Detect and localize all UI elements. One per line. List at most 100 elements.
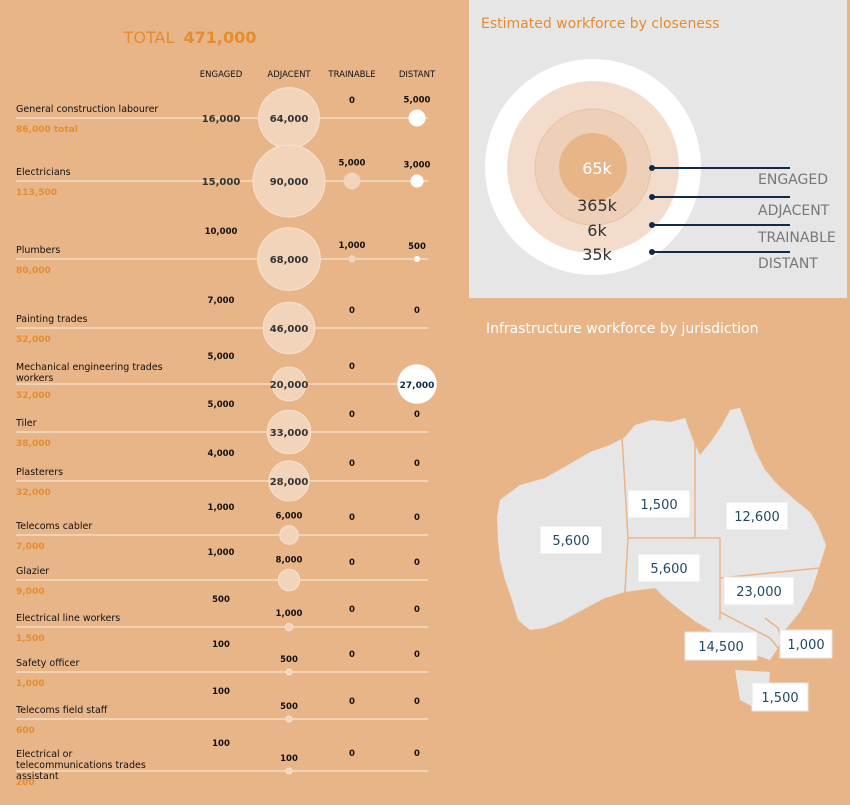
column-header-engaged: ENGAGED	[200, 70, 243, 80]
value-label-adjacent: 90,000	[270, 177, 309, 188]
closeness-leader-dot	[649, 194, 655, 200]
total-prefix: TOTAL	[123, 28, 175, 47]
value-label-trainable: 0	[349, 697, 355, 707]
value-label-adjacent: 64,000	[270, 114, 309, 125]
occupation-rows: General construction labourer 86,000 tota…	[15, 87, 437, 788]
value-label-engaged: 5,000	[208, 352, 235, 362]
bubble-adjacent	[277, 568, 301, 592]
value-label-engaged: 100	[212, 687, 230, 697]
value-label-engaged: 15,000	[202, 177, 241, 188]
value-label-distant: 0	[414, 410, 420, 420]
value-label-distant: 0	[414, 605, 420, 615]
closeness-series-name: ENGAGED	[758, 172, 828, 188]
bubble-adjacent	[285, 668, 293, 676]
occupation-name: Telecoms field staff	[15, 705, 108, 716]
occupation-name: Electrical or telecommunications trades as…	[16, 749, 146, 782]
map-label-value: 1,000	[787, 638, 824, 653]
value-label-trainable: 0	[349, 605, 355, 615]
table-row: Painting trades 52,000 7,000 46,000 0 0	[16, 296, 428, 355]
value-label-trainable: 0	[349, 362, 355, 372]
value-label-distant: 0	[414, 749, 420, 759]
table-row: Electrical line workers 1,500 500 1,000 0 0	[16, 595, 428, 644]
occupation-name: General construction labourer	[16, 104, 158, 115]
occupation-total: 1,000	[16, 679, 44, 689]
value-label-adjacent: 33,000	[270, 428, 309, 439]
map-label-sa: 5,600	[637, 553, 701, 583]
occupation-name: Electrical line workers	[16, 613, 120, 624]
infographic-canvas: TOTAL 471,000 ENGAGED ADJACENT TRAINABLE DI…	[15, 0, 847, 788]
occupation-total: 86,000 total	[16, 125, 78, 135]
column-header-distant: DISTANT	[399, 70, 436, 80]
closeness-leader-dot	[649, 249, 655, 255]
bubble-distant	[408, 109, 426, 127]
occupation-total: 38,000	[16, 439, 51, 449]
closeness-value-trainable: 6k	[587, 221, 607, 240]
bubble-distant	[414, 256, 420, 262]
value-label-engaged: 16,000	[202, 114, 241, 125]
value-label-distant: 0	[414, 650, 420, 660]
value-label-trainable: 0	[349, 558, 355, 568]
value-label-adjacent: 500	[280, 702, 298, 712]
value-label-trainable: 5,000	[339, 159, 366, 169]
bubble-adjacent	[279, 525, 299, 545]
occupation-name: Glazier	[16, 566, 49, 577]
closeness-series-name: DISTANT	[758, 256, 818, 272]
value-label-trainable: 0	[349, 459, 355, 469]
value-label-trainable: 0	[349, 749, 355, 759]
value-label-trainable: 0	[349, 513, 355, 523]
occupation-name: Mechanical engineering trades workers	[16, 362, 163, 384]
value-label-trainable: 0	[349, 306, 355, 316]
value-label-distant: 3,000	[404, 160, 431, 170]
closeness-series-name: TRAINABLE	[757, 230, 836, 246]
value-label-adjacent: 500	[280, 655, 298, 665]
closeness-series-name: ADJACENT	[758, 203, 830, 219]
map-label-tas: 1,500	[751, 682, 809, 712]
value-label-distant: 0	[414, 306, 420, 316]
column-header-adjacent: ADJACENT	[267, 70, 311, 80]
column-header-trainable: TRAINABLE	[327, 70, 375, 80]
occupation-total: 80,000	[16, 266, 51, 276]
jurisdiction-title: Infrastructure workforce by jurisdiction	[486, 321, 758, 337]
value-label-distant: 0	[414, 697, 420, 707]
table-row: Glazier 9,000 1,000 8,000 0 0	[16, 548, 428, 597]
table-row: Plasterers 32,000 4,000 28,000 0 0	[16, 449, 428, 502]
map-label-value: 1,500	[761, 691, 798, 706]
table-row: Telecoms cabler 7,000 1,000 6,000 0 0	[15, 503, 428, 552]
value-label-engaged: 5,000	[208, 400, 235, 410]
infographic: TOTAL 471,000 ENGAGED ADJACENT TRAINABLE DI…	[0, 0, 850, 801]
closeness-value-engaged: 65k	[582, 159, 612, 178]
value-label-distant: 0	[414, 459, 420, 469]
value-label-distant: 0	[414, 558, 420, 568]
table-row: Telecoms field staff 600 100 500 0 0	[15, 687, 428, 736]
value-label-distant: 500	[408, 242, 426, 252]
occupation-total: 200	[16, 778, 35, 788]
value-label-trainable: 1,000	[339, 241, 366, 251]
value-label-engaged: 4,000	[208, 449, 235, 459]
value-label-adjacent: 68,000	[270, 255, 309, 266]
value-label-adjacent: 46,000	[270, 324, 309, 335]
value-label-engaged: 7,000	[208, 296, 235, 306]
value-label-adjacent: 6,000	[276, 512, 303, 522]
map-label-value: 12,600	[734, 510, 780, 525]
occupation-name: Safety officer	[16, 658, 79, 669]
value-label-adjacent: 100	[280, 754, 298, 764]
bubble-adjacent	[285, 767, 293, 775]
value-label-distant: 5,000	[404, 96, 431, 106]
table-row: Electrical or telecommunications trades as…	[16, 739, 428, 788]
map-label-value: 5,600	[650, 562, 687, 577]
total-value: 471,000	[183, 28, 256, 47]
occupation-total: 1,500	[16, 634, 44, 644]
value-label-engaged: 10,000	[205, 227, 238, 237]
occupation-name: Painting trades	[16, 314, 88, 325]
value-label-distant: 0	[414, 513, 420, 523]
value-label-trainable: 0	[349, 410, 355, 420]
value-label-trainable: 0	[349, 96, 355, 106]
bubble-adjacent	[284, 622, 294, 632]
value-label-engaged: 1,000	[208, 548, 235, 558]
bubble-trainable	[343, 172, 361, 190]
occupation-total: 600	[16, 726, 35, 736]
table-row: Electricians 113,500 15,000 90,000 5,000 3,00…	[16, 144, 431, 218]
value-label-trainable: 0	[349, 650, 355, 660]
map-label-value: 1,500	[640, 498, 677, 513]
map-label-act: 1,000	[779, 629, 833, 659]
